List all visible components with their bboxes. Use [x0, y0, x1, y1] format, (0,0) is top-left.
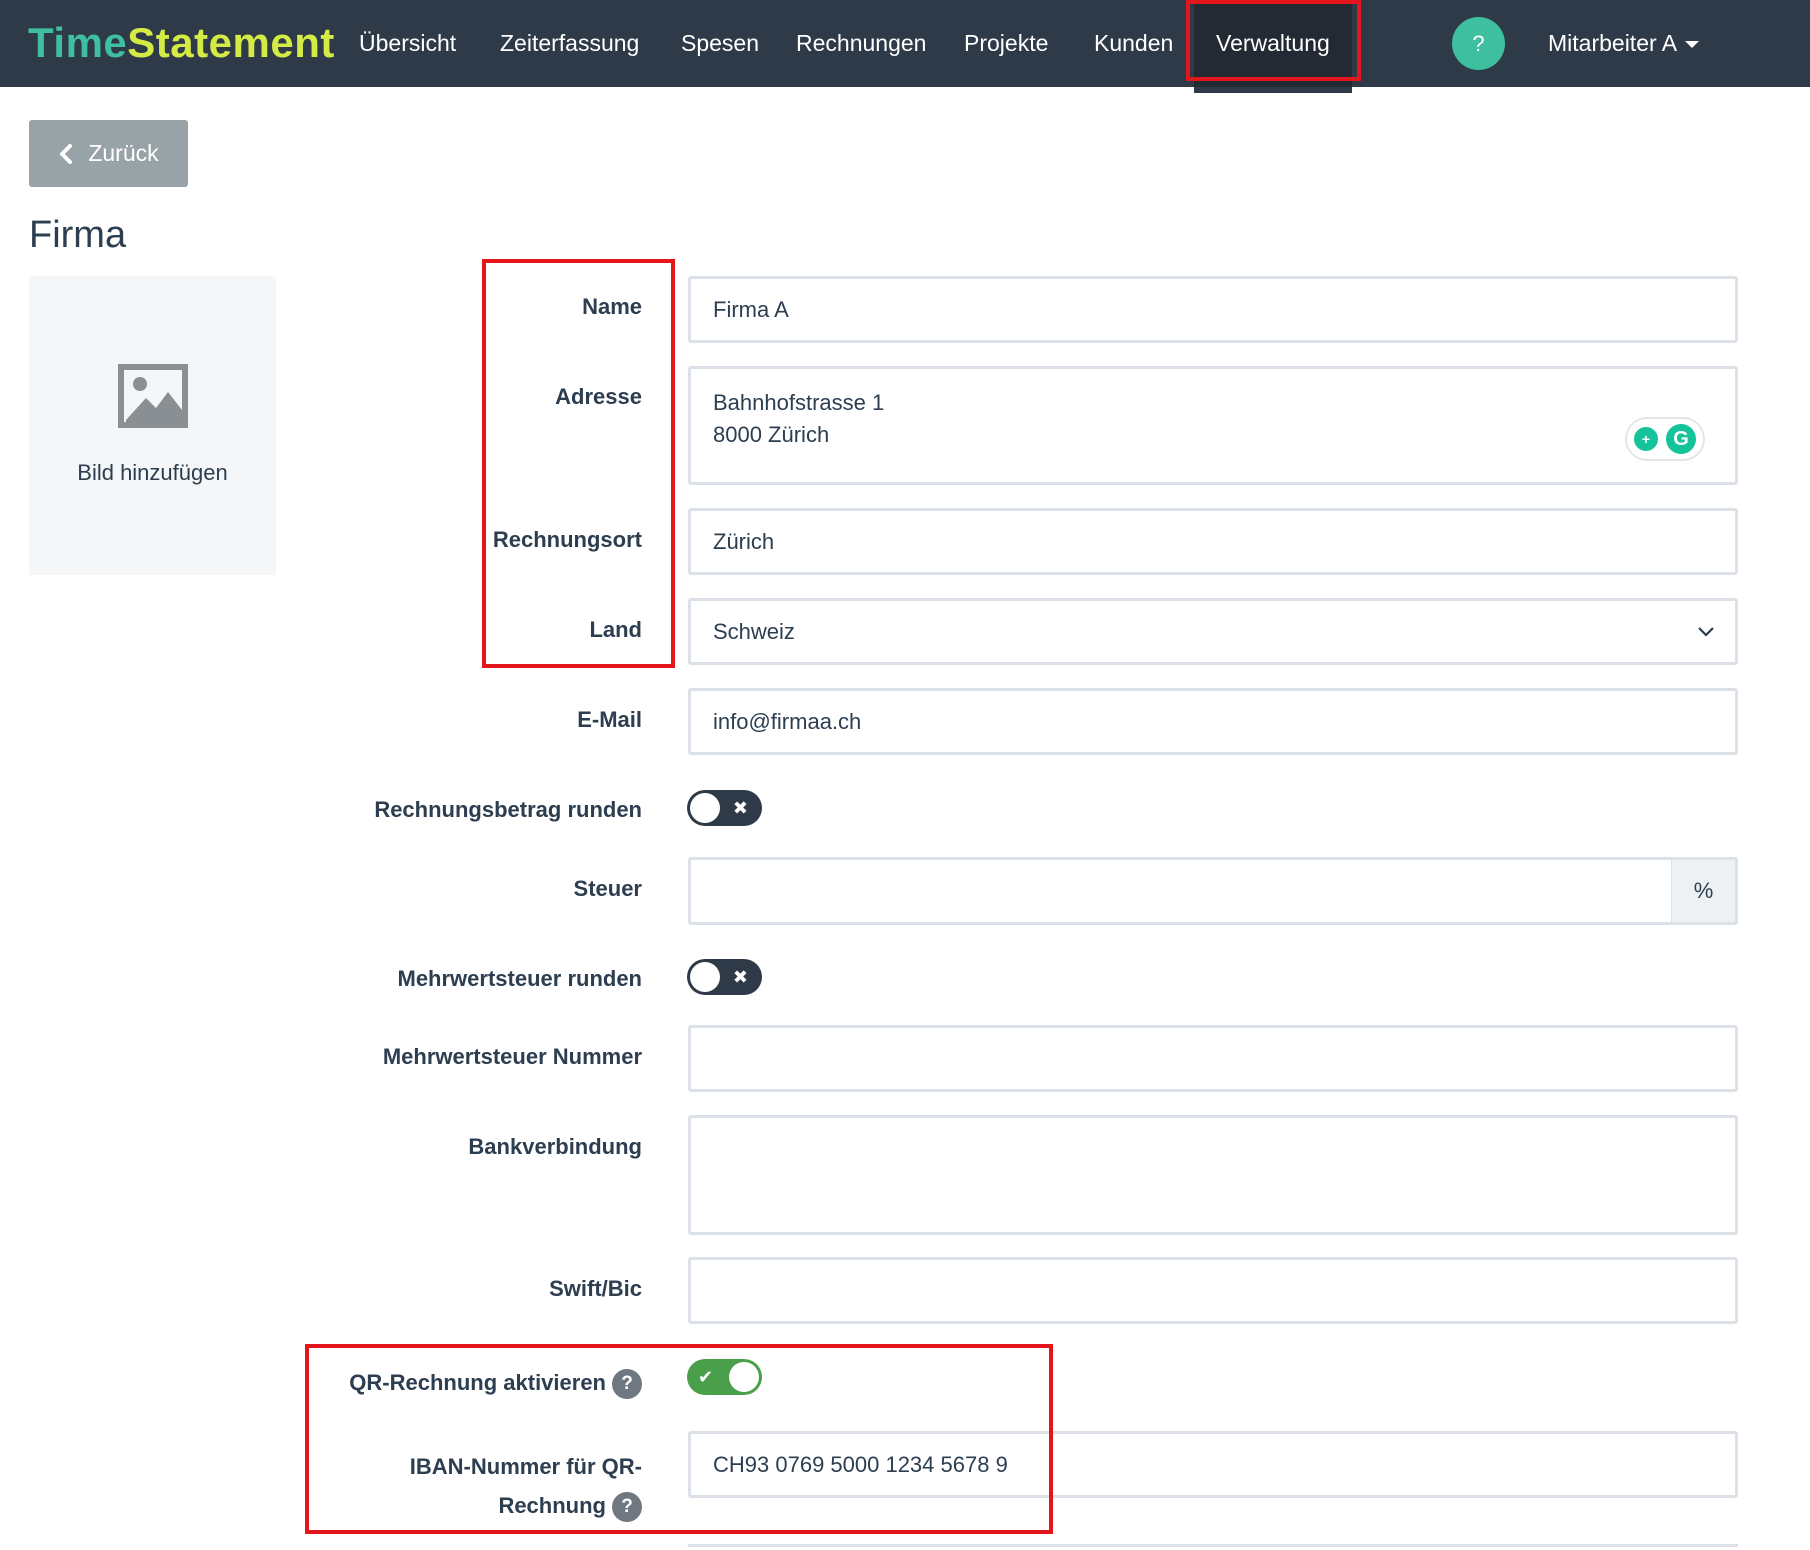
caret-down-icon	[1685, 41, 1700, 49]
highlight-box-address-labels	[482, 259, 675, 668]
nav-item-uebersicht[interactable]: Übersicht	[359, 0, 456, 87]
mwst-nummer-input[interactable]	[688, 1025, 1738, 1092]
label-iban-line-2-wrap: Rechnung?	[410, 1486, 642, 1525]
nav-item-projekte[interactable]: Projekte	[964, 0, 1048, 87]
label-land: Land	[589, 617, 642, 642]
rechnungsort-input-value: Zürich	[713, 528, 775, 554]
active-tab-indicator	[1194, 87, 1352, 93]
brand-part-time: Time	[28, 19, 128, 66]
label-rechnungsort: Rechnungsort	[492, 527, 642, 552]
help-icon[interactable]: ?	[612, 1369, 642, 1399]
image-upload-area[interactable]: Bild hinzufügen	[29, 276, 276, 575]
nav-item-rechnungen[interactable]: Rechnungen	[796, 0, 926, 87]
label-adresse: Adresse	[555, 384, 642, 409]
label-name: Name	[582, 294, 642, 319]
email-input-value: info@firmaa.ch	[713, 708, 862, 734]
back-button-label: Zurück	[88, 140, 159, 166]
checkmark-icon: ✔	[698, 1367, 714, 1387]
label-rechnungsbetrag-runden: Rechnungsbetrag runden	[374, 797, 642, 822]
iban-input-value: CH93 0769 5000 1234 5678 9	[713, 1451, 1008, 1477]
label-bankverbindung: Bankverbindung	[468, 1134, 642, 1159]
adresse-textarea[interactable]: Bahnhofstrasse 1 8000 Zürich + G	[688, 366, 1738, 485]
user-menu-dropdown[interactable]: Mitarbeiter A	[1548, 0, 1700, 87]
label-qr-rechnung: QR-Rechnung aktivieren?	[349, 1369, 642, 1399]
label-qr-rechnung-text: QR-Rechnung aktivieren	[349, 1369, 606, 1395]
brand-logo[interactable]: TimeStatement	[28, 18, 335, 68]
image-placeholder-icon	[118, 364, 188, 428]
chevron-left-icon	[60, 143, 73, 164]
page-title: Firma	[29, 214, 127, 256]
label-mwst-runden: Mehrwertsteuer runden	[397, 966, 643, 991]
rechnungsort-input[interactable]: Zürich	[688, 508, 1738, 575]
label-iban-line-1: IBAN-Nummer für QR-	[409, 1454, 642, 1479]
name-input[interactable]: Firma A	[688, 276, 1738, 343]
label-steuer: Steuer	[573, 876, 642, 901]
nav-item-zeiterfassung[interactable]: Zeiterfassung	[500, 0, 639, 87]
lightbulb-icon: +	[1634, 427, 1658, 451]
user-menu-label: Mitarbeiter A	[1548, 30, 1678, 56]
toggle-knob	[729, 1362, 759, 1392]
adresse-line-1: Bahnhofstrasse 1	[713, 390, 885, 415]
image-upload-label: Bild hinzufügen	[77, 460, 228, 485]
chevron-down-icon	[1698, 626, 1714, 637]
back-button[interactable]: Zurück	[29, 120, 188, 187]
help-button[interactable]: ?	[1452, 17, 1505, 70]
brand-part-statement: Statement	[127, 19, 335, 66]
toggle-knob	[690, 962, 720, 992]
land-select[interactable]: Schweiz	[688, 598, 1738, 665]
toggle-knob	[690, 793, 720, 823]
next-field-edge	[688, 1544, 1738, 1550]
email-input[interactable]: info@firmaa.ch	[688, 688, 1738, 755]
land-select-value: Schweiz	[713, 618, 795, 644]
label-swift: Swift/Bic	[549, 1276, 642, 1301]
nav-item-spesen[interactable]: Spesen	[681, 0, 759, 87]
adresse-line-2: 8000 Zürich	[713, 422, 830, 447]
iban-input[interactable]: CH93 0769 5000 1234 5678 9	[688, 1431, 1738, 1498]
close-icon: ✖	[732, 967, 748, 987]
help-icon[interactable]: ?	[612, 1492, 642, 1523]
bankverbindung-textarea[interactable]	[688, 1115, 1738, 1235]
rechnungsbetrag-runden-toggle[interactable]: ✖	[687, 790, 762, 826]
percent-addon: %	[1672, 857, 1738, 925]
close-icon: ✖	[732, 798, 748, 818]
mwst-runden-toggle[interactable]: ✖	[687, 959, 762, 995]
label-email: E-Mail	[577, 707, 642, 732]
name-input-value: Firma A	[713, 296, 789, 322]
label-mwst-nummer: Mehrwertsteuer Nummer	[382, 1044, 642, 1069]
nav-item-verwaltung[interactable]: Verwaltung	[1194, 0, 1352, 87]
label-iban: IBAN-Nummer für QR- Rechnung?	[410, 1447, 642, 1525]
top-navbar: TimeStatement Übersicht Zeiterfassung Sp…	[0, 0, 1810, 87]
grammarly-icon: G	[1666, 424, 1696, 454]
qr-rechnung-toggle[interactable]: ✔	[687, 1359, 762, 1395]
grammarly-widget[interactable]: + G	[1625, 417, 1705, 461]
swift-input[interactable]	[688, 1257, 1738, 1324]
steuer-input[interactable]	[688, 857, 1674, 925]
nav-item-kunden[interactable]: Kunden	[1094, 0, 1173, 87]
label-iban-line-2: Rechnung	[498, 1493, 606, 1518]
